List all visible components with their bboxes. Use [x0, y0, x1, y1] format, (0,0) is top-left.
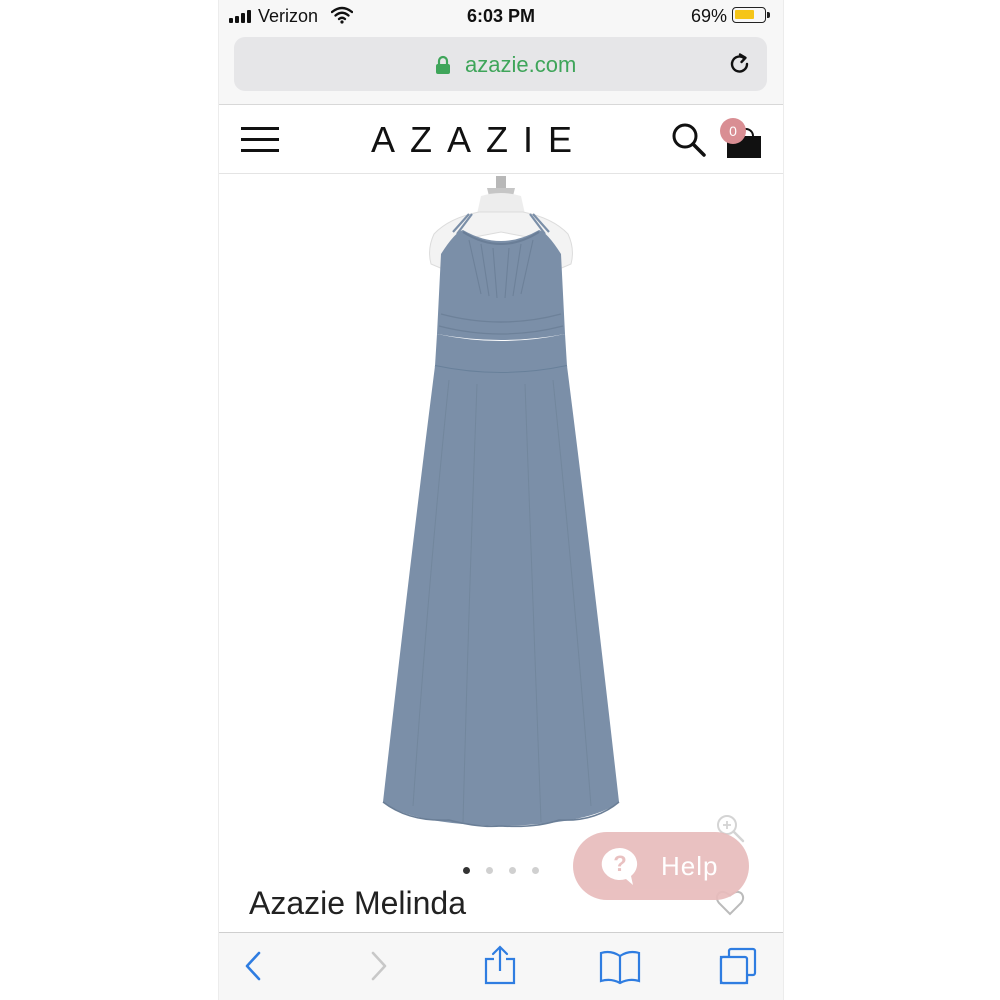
help-label: Help: [661, 851, 719, 881]
dress-photo: [382, 176, 620, 828]
browser-address-area: azazie.com: [219, 32, 783, 105]
tabs-icon[interactable]: [719, 947, 757, 985]
browser-toolbar: [219, 932, 783, 1000]
help-question-icon: ?: [601, 847, 638, 885]
status-bar: Verizon 6:03 PM 69%: [219, 0, 783, 32]
reload-icon[interactable]: [727, 51, 753, 77]
menu-icon[interactable]: [241, 125, 279, 153]
site-logo[interactable]: AZAZIE: [359, 119, 599, 161]
battery-icon: [732, 7, 770, 23]
url-text[interactable]: azazie.com: [465, 52, 576, 78]
address-bar[interactable]: azazie.com: [234, 37, 767, 91]
product-name: Azazie Melinda: [249, 885, 466, 921]
bookmarks-icon[interactable]: [599, 949, 641, 985]
share-icon[interactable]: [483, 945, 517, 985]
phone-screen: Verizon 6:03 PM 69% azazie.com AZAZIE 0 …: [218, 0, 784, 1000]
back-icon[interactable]: [243, 949, 263, 983]
forward-icon[interactable]: [369, 949, 389, 983]
carousel-dot[interactable]: [463, 867, 470, 874]
help-button[interactable]: ? Help: [573, 832, 749, 900]
battery-percent: 69%: [691, 6, 728, 26]
search-icon[interactable]: [671, 122, 707, 158]
site-header: AZAZIE 0: [219, 105, 783, 174]
carousel-dot[interactable]: [532, 867, 539, 874]
carousel-dot[interactable]: [486, 867, 493, 874]
cart-count-badge[interactable]: 0: [720, 118, 746, 144]
lock-icon: [436, 55, 450, 74]
svg-text:?: ?: [613, 851, 626, 876]
carousel-dot[interactable]: [509, 867, 516, 874]
product-image[interactable]: [219, 174, 783, 854]
